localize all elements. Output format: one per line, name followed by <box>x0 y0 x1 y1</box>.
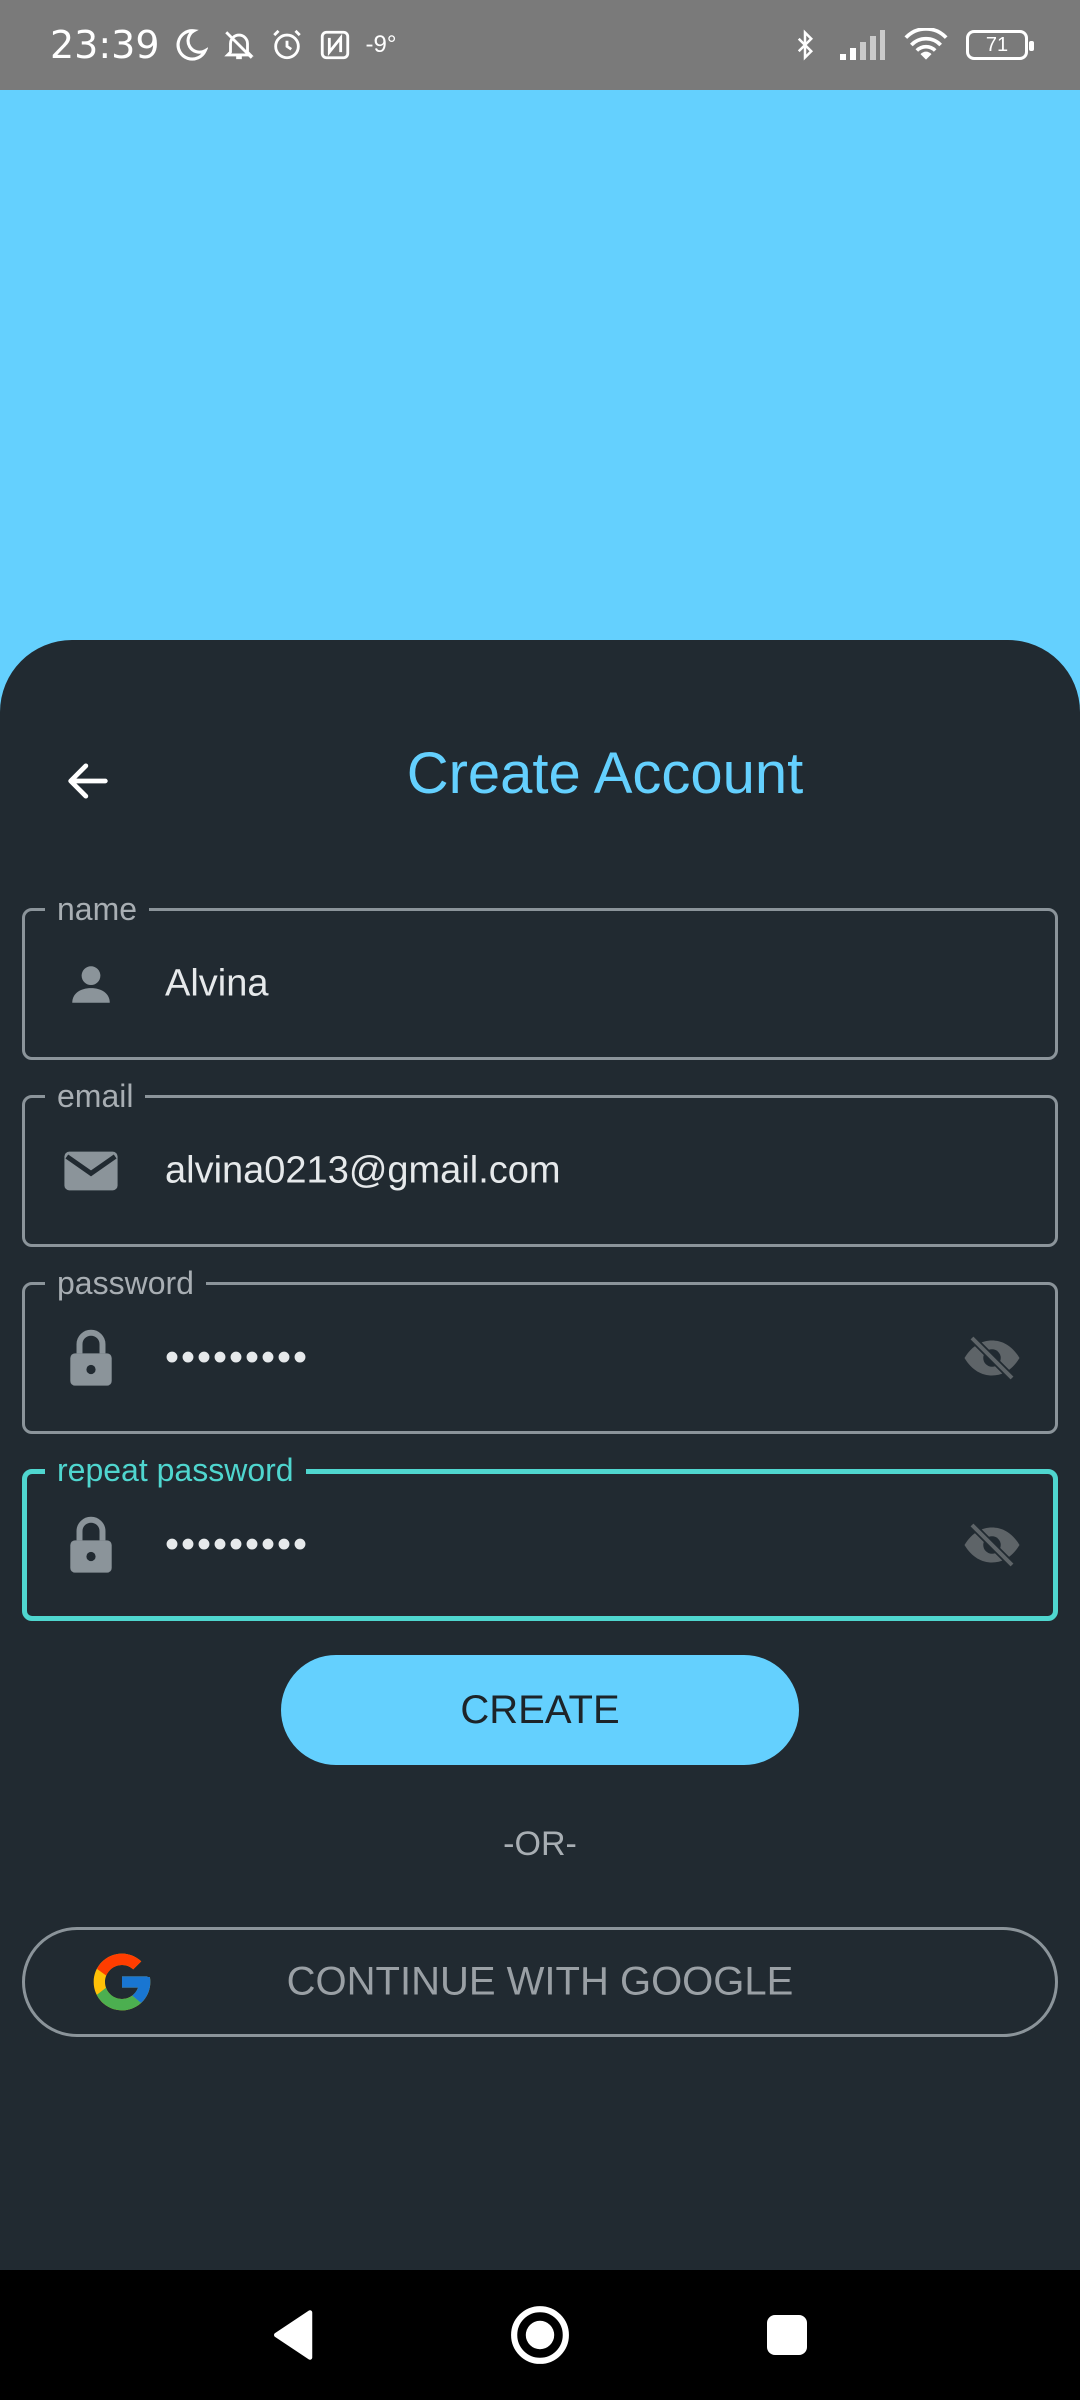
temperature: -9° <box>365 31 397 58</box>
alarm-icon <box>270 28 304 62</box>
email-input[interactable]: alvina0213@gmail.com <box>165 1150 945 1193</box>
email-field-label: email <box>45 1076 146 1116</box>
person-icon <box>61 954 121 1014</box>
name-field[interactable]: name Alvina <box>22 889 1058 1060</box>
nav-recents-button[interactable] <box>750 2298 824 2372</box>
nav-back-button[interactable] <box>255 2298 329 2372</box>
status-bar: 23:39 -9° 71 <box>0 0 1080 90</box>
password-input[interactable]: ••••••••• <box>165 1336 945 1381</box>
system-nav-bar <box>0 2270 1080 2400</box>
signal-icon <box>838 28 886 62</box>
name-input[interactable]: Alvina <box>165 963 945 1006</box>
password-field[interactable]: password ••••••••• <box>22 1263 1058 1434</box>
name-field-label: name <box>45 889 150 929</box>
bell-off-icon <box>222 28 256 62</box>
battery-indicator: 71 <box>966 30 1034 60</box>
status-right: 71 <box>790 0 1034 90</box>
google-button-label: CONTINUE WITH GOOGLE <box>286 1959 794 2004</box>
nfc-icon <box>318 28 352 62</box>
nav-home-button[interactable] <box>503 2298 577 2372</box>
continue-with-google-button[interactable]: CONTINUE WITH GOOGLE <box>22 1927 1058 2037</box>
create-button[interactable]: CREATE <box>281 1655 799 1765</box>
circle-home-icon <box>511 2306 569 2364</box>
lock-icon <box>61 1328 121 1388</box>
lock-icon <box>61 1515 121 1575</box>
wifi-icon <box>904 28 948 62</box>
eye-off-icon[interactable] <box>959 1515 1025 1575</box>
triangle-back-icon <box>274 2310 313 2360</box>
square-recents-icon <box>767 2315 807 2355</box>
mail-icon <box>61 1141 121 1201</box>
repeat-password-input[interactable]: ••••••••• <box>165 1523 945 1568</box>
status-left: 23:39 -9° <box>50 0 396 90</box>
password-field-label: password <box>45 1263 206 1303</box>
repeat-password-field[interactable]: repeat password ••••••••• <box>22 1450 1058 1621</box>
or-divider: -OR- <box>503 1825 577 1863</box>
status-time: 23:39 <box>50 23 160 67</box>
bluetooth-icon <box>790 26 820 64</box>
repeat-password-field-label: repeat password <box>45 1450 306 1490</box>
moon-icon <box>174 28 208 62</box>
page-title: Create Account <box>406 741 804 806</box>
email-field[interactable]: email alvina0213@gmail.com <box>22 1076 1058 1247</box>
create-account-sheet: Create Account name Alvina email alvina0… <box>0 640 1080 2270</box>
eye-off-icon[interactable] <box>959 1328 1025 1388</box>
